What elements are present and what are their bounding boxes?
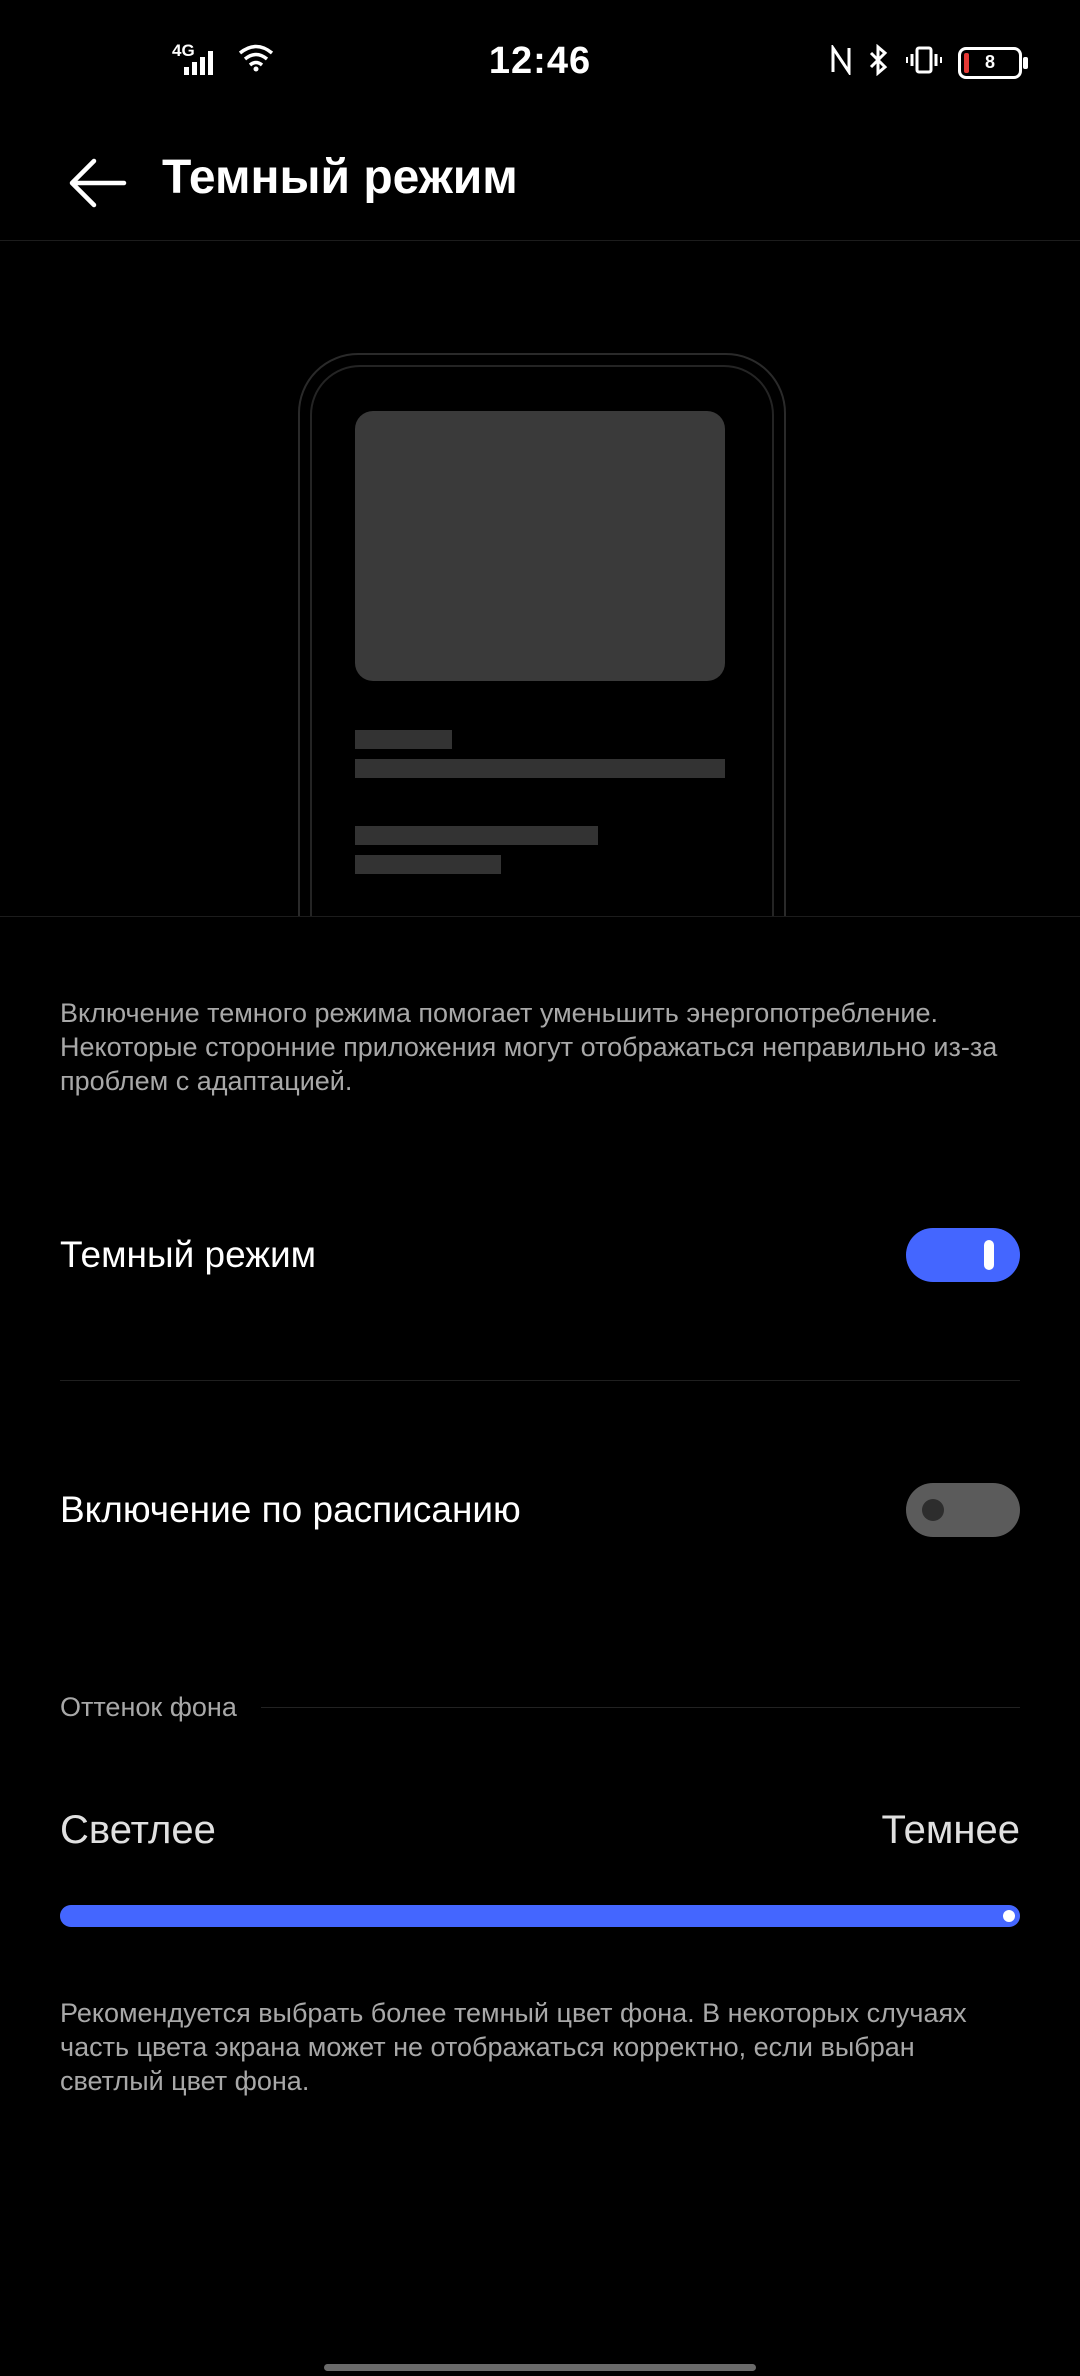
app-header: Темный режим (0, 130, 1080, 241)
tone-min-label: Светлее (60, 1808, 216, 1852)
battery-low-indicator (964, 52, 969, 73)
status-right: 8 (830, 43, 1028, 81)
preview-line (355, 759, 725, 778)
preview-line (355, 730, 452, 749)
battery-level: 8 (984, 52, 995, 72)
preview-line (355, 855, 501, 874)
tone-max-label: Темнее (881, 1808, 1020, 1852)
page-title: Темный режим (162, 151, 518, 204)
background-tone-slider[interactable] (60, 1905, 1020, 1927)
vibrate-icon (906, 45, 942, 80)
home-indicator[interactable] (324, 2364, 756, 2371)
dark-mode-preview-illustration (0, 241, 1080, 917)
setting-label-schedule: Включение по расписанию (60, 1489, 521, 1530)
setting-row-dark-mode[interactable]: Темный режим (60, 1220, 1020, 1290)
slider-handle[interactable] (1003, 1910, 1015, 1922)
preview-card (355, 411, 725, 681)
status-bar: 4G 12:46 8 (0, 0, 1080, 130)
setting-row-schedule[interactable]: Включение по расписанию (60, 1475, 1020, 1545)
arrow-left-icon (69, 158, 127, 208)
bluetooth-icon (868, 43, 890, 81)
toggle-knob (984, 1240, 994, 1270)
battery-icon: 8 (958, 46, 1028, 79)
tone-range-labels: Светлее Темнее (60, 1808, 1020, 1853)
setting-label-dark-mode: Темный режим (60, 1234, 317, 1275)
slider-fill (60, 1905, 1020, 1927)
divider (60, 1380, 1020, 1381)
nfc-icon (830, 43, 852, 80)
dark-mode-toggle[interactable] (906, 1228, 1020, 1282)
section-label: Оттенок фона (60, 1692, 237, 1722)
background-tone-note: Рекомендуется выбрать более темный цвет … (60, 1998, 967, 2096)
back-button[interactable] (62, 148, 132, 218)
section-divider (260, 1707, 1020, 1708)
preview-line (355, 826, 598, 845)
dark-mode-description: Включение темного режима помогает уменьш… (60, 998, 998, 1096)
schedule-toggle[interactable] (906, 1483, 1020, 1537)
toggle-knob (922, 1499, 944, 1521)
section-header-background-tone: Оттенок фона (60, 1692, 1020, 1723)
